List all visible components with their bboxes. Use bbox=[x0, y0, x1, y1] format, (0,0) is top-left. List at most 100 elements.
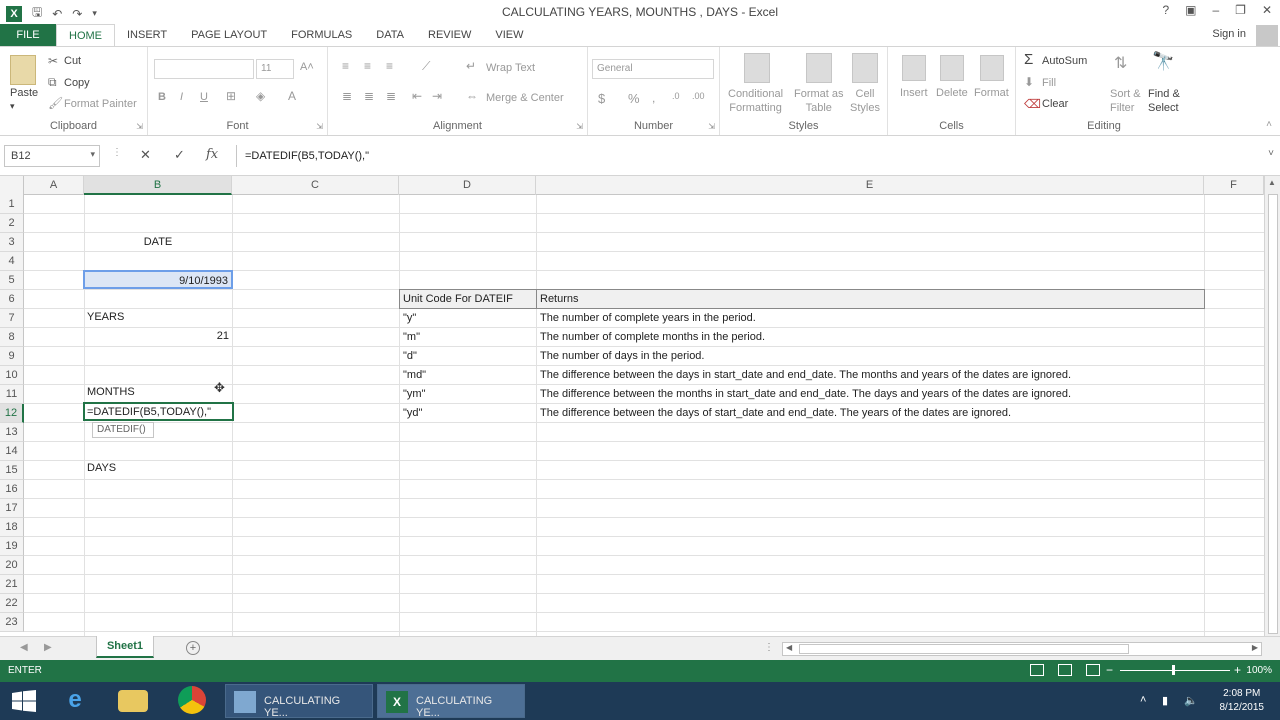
sort-filter-icon[interactable]: ⇅ bbox=[1114, 53, 1127, 73]
row-header-3[interactable]: 3 bbox=[0, 233, 24, 252]
column-header-f[interactable]: F bbox=[1204, 176, 1264, 195]
row-header-15[interactable]: 15 bbox=[0, 461, 24, 480]
sheet-tab-sheet1[interactable]: Sheet1 bbox=[96, 636, 154, 658]
format-painter-icon[interactable]: 🖌 bbox=[48, 96, 63, 110]
redo-icon[interactable]: ↷ bbox=[72, 7, 82, 21]
increase-indent-icon[interactable]: ⇥ bbox=[432, 89, 442, 103]
select-all-corner[interactable] bbox=[0, 176, 24, 195]
cell-styles-icon[interactable] bbox=[852, 53, 878, 83]
paste-button[interactable]: Paste bbox=[10, 87, 38, 99]
taskbar-window-1[interactable]: CALCULATING YE... bbox=[225, 684, 373, 719]
tab-data[interactable]: DATA bbox=[364, 24, 416, 46]
network-icon[interactable]: ▮ bbox=[1162, 694, 1168, 707]
format-cells-icon[interactable] bbox=[980, 55, 1004, 81]
comma-style-icon[interactable]: , bbox=[652, 91, 655, 105]
sort-filter-button[interactable]: Sort & Filter bbox=[1110, 87, 1141, 115]
row-header-22[interactable]: 22 bbox=[0, 594, 24, 613]
close-button[interactable]: ✕ bbox=[1262, 3, 1272, 17]
font-size-combo[interactable]: 11 bbox=[256, 59, 294, 79]
format-painter-button[interactable]: Format Painter bbox=[64, 98, 137, 110]
page-break-view-icon[interactable] bbox=[1086, 664, 1100, 676]
bold-button[interactable]: B bbox=[158, 91, 166, 103]
alignment-launcher-icon[interactable]: ⇲ bbox=[576, 122, 583, 131]
percent-button[interactable]: % bbox=[628, 91, 640, 106]
bottom-align-icon[interactable]: ≡ bbox=[386, 59, 393, 73]
save-icon[interactable]: 🖫 bbox=[32, 3, 42, 24]
cell-b3[interactable]: DATE bbox=[84, 233, 232, 252]
underline-button[interactable]: U bbox=[200, 91, 208, 103]
autosum-icon[interactable]: Σ bbox=[1024, 51, 1033, 68]
row-header-7[interactable]: 7 bbox=[0, 309, 24, 328]
taskbar-window-excel[interactable]: X CALCULATING YE... bbox=[377, 684, 525, 719]
vertical-scroll-thumb[interactable] bbox=[1268, 194, 1278, 634]
format-as-table-button[interactable]: Format as Table bbox=[794, 87, 844, 115]
align-right-icon[interactable]: ≣ bbox=[386, 89, 396, 103]
cut-button[interactable]: Cut bbox=[64, 55, 81, 67]
column-header-b[interactable]: B bbox=[84, 176, 232, 195]
zoom-slider[interactable] bbox=[1120, 670, 1230, 671]
cell-b15[interactable]: DAYS bbox=[84, 459, 232, 478]
column-header-e[interactable]: E bbox=[536, 176, 1204, 195]
table-unit-code-cell[interactable]: "ym" bbox=[400, 385, 536, 404]
table-unit-code-cell[interactable]: "md" bbox=[400, 366, 536, 385]
internet-explorer-icon[interactable]: e bbox=[60, 685, 90, 715]
conditional-formatting-icon[interactable] bbox=[744, 53, 770, 83]
delete-cells-icon[interactable] bbox=[940, 55, 964, 81]
insert-function-button[interactable]: fx bbox=[206, 147, 218, 162]
cell-b12-editing[interactable]: =DATEDIF(B5,TODAY()," bbox=[83, 402, 234, 421]
insert-cells-button[interactable]: Insert bbox=[900, 87, 928, 99]
table-unit-code-cell[interactable]: "y" bbox=[400, 309, 536, 328]
table-returns-cell[interactable]: The difference between the days of start… bbox=[537, 404, 1197, 423]
zoom-level[interactable]: 100% bbox=[1246, 665, 1272, 676]
taskbar-clock[interactable]: 2:08 PM 8/12/2015 bbox=[1220, 687, 1265, 715]
borders-icon[interactable]: ⊞ bbox=[226, 89, 236, 103]
row-header-5[interactable]: 5 bbox=[0, 271, 24, 290]
merge-center-button[interactable]: Merge & Center bbox=[486, 92, 564, 104]
row-header-16[interactable]: 16 bbox=[0, 480, 24, 499]
normal-view-icon[interactable] bbox=[1030, 664, 1044, 676]
decrease-decimal-icon[interactable]: .00 bbox=[692, 91, 705, 101]
clear-icon[interactable]: ⌫ bbox=[1024, 97, 1041, 111]
chrome-icon[interactable] bbox=[178, 686, 206, 714]
italic-button[interactable]: I bbox=[180, 91, 183, 103]
undo-icon[interactable]: ↶ bbox=[52, 7, 62, 21]
table-returns-cell[interactable]: The difference between the months in sta… bbox=[537, 385, 1197, 404]
row-header-11[interactable]: 11 bbox=[0, 385, 24, 404]
prev-sheet-icon[interactable]: ◀ bbox=[20, 642, 28, 653]
grow-font-icon[interactable]: A˄ bbox=[300, 61, 314, 73]
cut-icon[interactable]: ✂ bbox=[48, 54, 58, 68]
wrap-text-icon[interactable]: ↵ bbox=[466, 59, 476, 73]
tab-review[interactable]: REVIEW bbox=[416, 24, 483, 46]
format-as-table-icon[interactable] bbox=[806, 53, 832, 83]
row-header-9[interactable]: 9 bbox=[0, 347, 24, 366]
fill-icon[interactable]: ⬇ bbox=[1024, 75, 1034, 89]
number-format-combo[interactable]: General bbox=[592, 59, 714, 79]
cell-b5[interactable]: 9/10/1993 bbox=[83, 270, 233, 289]
cell-b7[interactable]: YEARS bbox=[84, 308, 232, 327]
top-align-icon[interactable]: ≡ bbox=[342, 59, 349, 73]
row-header-13[interactable]: 13 bbox=[0, 423, 24, 442]
tab-formulas[interactable]: FORMULAS bbox=[279, 24, 364, 46]
table-unit-code-cell[interactable]: "m" bbox=[400, 328, 536, 347]
format-cells-button[interactable]: Format bbox=[974, 87, 1009, 99]
font-color-icon[interactable]: A bbox=[288, 89, 296, 103]
column-header-c[interactable]: C bbox=[232, 176, 399, 195]
find-select-button[interactable]: Find & Select bbox=[1148, 87, 1180, 115]
zoom-out-icon[interactable]: − bbox=[1106, 663, 1113, 677]
delete-cells-button[interactable]: Delete bbox=[936, 87, 968, 99]
row-header-1[interactable]: 1 bbox=[0, 195, 24, 214]
orientation-icon[interactable]: ⟋ bbox=[422, 59, 430, 74]
row-header-12[interactable]: 12 bbox=[0, 404, 24, 423]
restore-button[interactable]: ❐ bbox=[1235, 3, 1246, 17]
font-name-combo[interactable] bbox=[154, 59, 254, 79]
clipboard-launcher-icon[interactable]: ⇲ bbox=[136, 122, 143, 131]
tab-home[interactable]: HOME bbox=[56, 24, 115, 47]
file-explorer-icon[interactable] bbox=[118, 690, 148, 712]
collapse-ribbon-icon[interactable]: ˄ bbox=[1266, 119, 1272, 130]
table-unit-code-cell[interactable]: "yd" bbox=[400, 404, 536, 423]
increase-decimal-icon[interactable]: .0 bbox=[672, 91, 680, 101]
row-header-23[interactable]: 23 bbox=[0, 613, 24, 632]
find-select-icon[interactable]: 🔭 bbox=[1152, 51, 1174, 72]
autosum-button[interactable]: AutoSum bbox=[1042, 55, 1087, 67]
add-sheet-button[interactable]: + bbox=[186, 641, 200, 655]
